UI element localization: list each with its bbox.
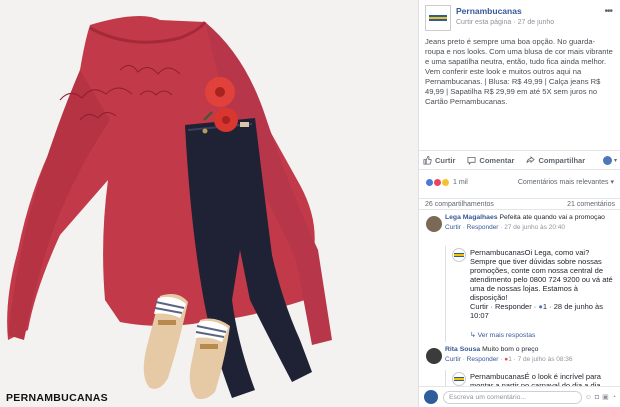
outfit-illustration xyxy=(0,0,418,407)
post-photo[interactable]: PERNAMBUCANAS xyxy=(0,0,418,407)
sticker-icon[interactable]: ◔ xyxy=(612,394,616,401)
comment-reply-link[interactable]: Responder xyxy=(495,302,532,311)
comment-author[interactable]: Lega Magalhaes xyxy=(445,214,498,221)
comment-reply-link[interactable]: Responder xyxy=(467,356,499,363)
post-text: Jeans preto é sempre uma boa opção. No g… xyxy=(425,37,613,106)
comment-sort-label: Comentários mais relevantes xyxy=(517,179,609,186)
comment-like-link[interactable]: Curtir xyxy=(445,356,461,363)
avatar xyxy=(424,390,438,404)
camera-icon[interactable]: ◘ xyxy=(595,394,599,401)
wow-reaction-icon[interactable] xyxy=(441,177,450,187)
see-replies-label: Ver mais respostas xyxy=(477,332,536,339)
avatar[interactable] xyxy=(452,372,466,386)
meta-separator: · xyxy=(513,19,516,26)
reply-item: PernambucanasOi Lega, como vai? Sempre q… xyxy=(445,246,620,330)
page-name[interactable]: Pernambucanas xyxy=(456,6,522,16)
comment-time[interactable]: 7 de julho às 08:36 xyxy=(518,356,573,363)
comment-item: Rita Sousa Muito bom o preço Curtir · Res… xyxy=(419,346,620,370)
avatar[interactable] xyxy=(452,248,466,262)
comment-reaction-count[interactable]: 1 xyxy=(543,302,547,311)
brand-watermark: PERNAMBUCANAS xyxy=(6,392,108,404)
comment-meta: Curtir · Responder · ●1 · 28 de junho às… xyxy=(470,302,603,320)
share-button[interactable]: Compartilhar xyxy=(526,156,585,165)
avatar[interactable] xyxy=(426,216,442,232)
comment-body: Lega Magalhaes Pefeita ate quando vai a p… xyxy=(445,214,617,223)
comment-sort-dropdown[interactable]: Comentários mais relevantes ▾ xyxy=(518,178,614,186)
comment-composer: Escreva um comentário... ☺ ◘ ▣ ◔ xyxy=(419,386,620,407)
like-button[interactable]: Curtir xyxy=(423,156,455,165)
comment-text: Pefeita ate quando vai a promoçao xyxy=(499,214,605,221)
post-panel: Pernambucanas Curtir esta página · 27 de j… xyxy=(418,0,620,407)
thumbs-up-icon xyxy=(423,155,432,165)
comment-like-link[interactable]: Curtir xyxy=(445,224,461,231)
comment-meta: Curtir · Responder · ●1 · 7 de julho às … xyxy=(445,355,573,363)
comment-author[interactable]: Pernambucanas xyxy=(470,372,525,381)
engagement-counts: 26 compartilhamentos 21 comentários xyxy=(419,198,620,210)
globe-icon xyxy=(602,155,612,165)
comment-time[interactable]: 27 de junho às 20:40 xyxy=(504,224,565,231)
comment-button[interactable]: Comentar xyxy=(467,156,514,165)
comment-author[interactable]: Rita Sousa xyxy=(445,346,480,353)
comment-time[interactable]: 28 de junho às 10:07 xyxy=(470,302,603,320)
comments-count[interactable]: 21 comentários xyxy=(567,201,615,208)
reaction-count[interactable]: 1 mil xyxy=(453,179,468,186)
comment-body: Rita Sousa Muito bom o preço xyxy=(445,346,617,355)
post-header: Pernambucanas Curtir esta página · 27 de j… xyxy=(419,0,620,34)
reactions-bar: 1 mil Comentários mais relevantes ▾ xyxy=(425,176,614,188)
avatar[interactable] xyxy=(426,348,442,364)
share-label: Compartilhar xyxy=(538,155,586,165)
share-icon xyxy=(526,155,536,163)
like-page-link[interactable]: Curtir esta página xyxy=(456,19,511,26)
shares-count[interactable]: 26 compartilhamentos xyxy=(425,201,494,208)
like-label: Curtir xyxy=(435,155,456,165)
chevron-down-icon: ▾ xyxy=(613,157,617,164)
comment-reaction-count[interactable]: 1 xyxy=(508,356,512,363)
comment-author[interactable]: Pernambucanas xyxy=(470,248,525,257)
comments-list: Lega Magalhaes Pefeita ate quando vai a p… xyxy=(419,214,620,388)
comment-label: Comentar xyxy=(479,155,515,165)
ellipsis-icon[interactable]: ••• xyxy=(604,6,612,17)
comment-input[interactable]: Escreva um comentário... xyxy=(443,390,582,404)
comment-text: Muito bom o preço xyxy=(482,346,539,353)
comment-text: Oi Lega, como vai? Sempre que tiver dúvi… xyxy=(470,248,613,302)
comment-meta: Curtir · Responder · 27 de junho às 20:4… xyxy=(445,223,565,231)
comment-reply-link[interactable]: Responder xyxy=(467,224,499,231)
gif-icon[interactable]: ▣ xyxy=(602,393,609,401)
page-avatar[interactable] xyxy=(425,5,451,31)
comment-item: Lega Magalhaes Pefeita ate quando vai a p… xyxy=(419,214,620,246)
comment-like-link[interactable]: Curtir xyxy=(470,302,488,311)
post-date[interactable]: 27 de junho xyxy=(518,19,555,26)
see-more-replies-link[interactable]: ↳ Ver mais respostas xyxy=(445,330,620,342)
audience-selector[interactable]: ▾ xyxy=(602,155,617,165)
page-meta: Curtir esta página · 27 de junho xyxy=(456,19,554,26)
comment-icon xyxy=(467,156,476,165)
smiley-icon[interactable]: ☺ xyxy=(585,394,592,401)
comment-body: PernambucanasOi Lega, como vai? Sempre q… xyxy=(470,248,617,302)
post-actions: Curtir Comentar Compartilhar ▾ xyxy=(419,150,620,170)
chevron-down-icon: ▾ xyxy=(610,179,614,186)
